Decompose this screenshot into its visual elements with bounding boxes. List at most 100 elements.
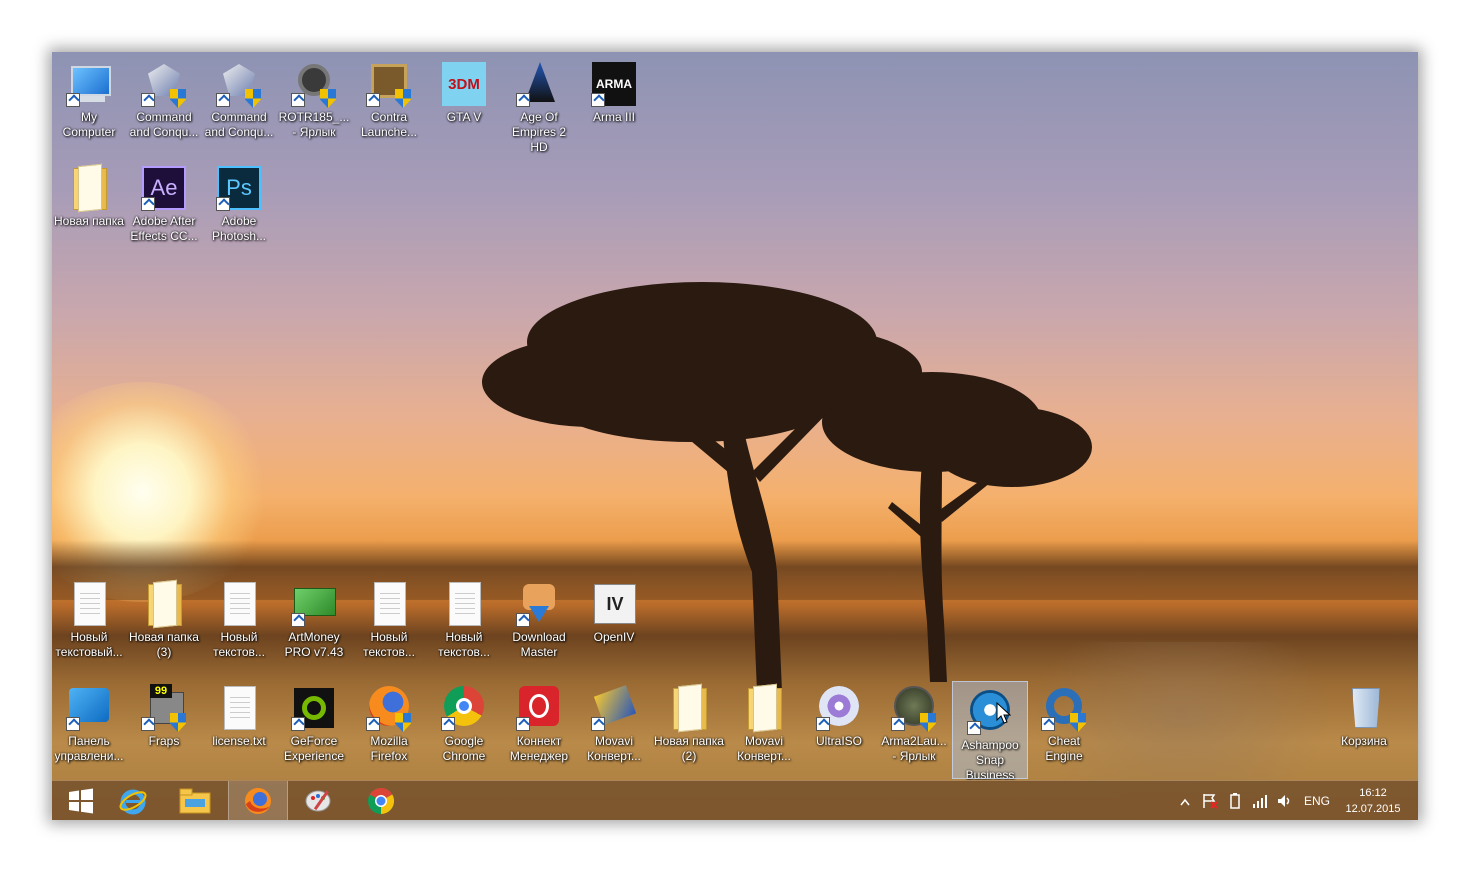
firefox-icon <box>365 684 413 732</box>
desktop-icon-fraps[interactable]: 99 Fraps <box>127 678 201 749</box>
desktop-icon-label: Adobe After Effects CC... <box>130 214 198 243</box>
arma-iii-icon: ARMA <box>590 60 638 108</box>
taskbar-internet-explorer[interactable] <box>104 781 162 820</box>
folder-icon <box>140 580 188 628</box>
desktop-icon-firefox[interactable]: Mozilla Firefox <box>352 678 426 764</box>
desktop-icon-label: Google Chrome <box>442 734 486 763</box>
desktop-icon-label: license.txt <box>212 734 266 748</box>
desktop-icon-label: Корзина <box>1341 734 1387 748</box>
file-explorer-icon <box>179 788 211 814</box>
desktop-icon-label: GeForce Experience <box>283 734 345 763</box>
text-document-icon <box>440 580 488 628</box>
paint-icon <box>305 790 331 812</box>
desktop-icon-license-txt[interactable]: license.txt <box>202 678 276 749</box>
desktop-icon-new-folder-2[interactable]: Новая папка (2) <box>652 678 726 764</box>
desktop-icon-cheat-engine[interactable]: Cheat Engine <box>1027 678 1101 764</box>
desktop-icon-ultraiso[interactable]: UltraISO <box>802 678 876 749</box>
desktop-icon-gta-v[interactable]: 3DM GTA V <box>427 54 501 125</box>
desktop-icon-label: ArtMoney PRO v7.43 <box>284 630 344 659</box>
desktop-icon-label: ROTR185_... - Ярлык <box>278 110 350 139</box>
tray-volume[interactable] <box>1277 793 1293 812</box>
desktop-icon-ashampoo-snap[interactable]: Ashampoo Snap Business <box>952 681 1028 782</box>
taskbar-chrome[interactable] <box>352 781 410 820</box>
firefox-icon <box>245 788 271 814</box>
ultraiso-icon <box>815 684 863 732</box>
desktop-icon-label: Ashampoo Snap Business <box>961 738 1019 782</box>
desktop-icon-label: GTA V <box>446 110 482 124</box>
desktop-icon-label: Adobe Photosh... <box>211 214 267 243</box>
desktop-icon-geforce[interactable]: GeForce Experience <box>277 678 351 764</box>
desktop-icon-openiv[interactable]: IV OpenIV <box>577 574 651 645</box>
desktop-icon-my-computer[interactable]: My Computer <box>52 54 126 140</box>
taskbar: ENG 16:12 12.07.2015 <box>52 780 1418 820</box>
taskbar-firefox[interactable] <box>228 781 288 820</box>
desktop-icon-movavi-folder[interactable]: Movavi Конверт... <box>727 678 801 764</box>
desktop-icon-new-text-1[interactable]: Новый текстовый... <box>52 574 126 660</box>
openiv-icon: IV <box>590 580 638 628</box>
desktop-icon-new-folder[interactable]: Новая папка <box>52 158 126 229</box>
desktop-icon-new-text-4[interactable]: Новый текстов... <box>427 574 501 660</box>
desktop-icon-label: Новая папка (2) <box>654 734 724 763</box>
connect-manager-icon <box>515 684 563 732</box>
desktop-icon-arma2-launcher[interactable]: Arma2Lau... - Ярлык <box>877 678 951 764</box>
tray-language[interactable]: ENG <box>1304 794 1330 808</box>
desktop-icon-connect-manager[interactable]: Коннект Менеджер <box>502 678 576 764</box>
desktop-icon-age-of-empires[interactable]: Age Of Empires 2 HD <box>502 54 576 155</box>
desktop-icon-rotr[interactable]: ROTR185_... - Ярлык <box>277 54 351 140</box>
chrome-icon <box>440 684 488 732</box>
desktop-icon-label: Fraps <box>148 734 180 748</box>
desktop-icon-label: Панель управлени... <box>54 734 124 763</box>
geforce-icon <box>290 684 338 732</box>
command-and-conquer-icon <box>140 60 188 108</box>
desktop-icon-movavi[interactable]: Movavi Конверт... <box>577 678 651 764</box>
taskbar-file-explorer[interactable] <box>166 781 224 820</box>
tray-clock[interactable]: 16:12 12.07.2015 <box>1338 785 1408 817</box>
tray-show-hidden-icon[interactable] <box>1180 795 1190 809</box>
desktop-icon-new-text-2[interactable]: Новый текстов... <box>202 574 276 660</box>
fraps-icon: 99 <box>140 684 188 732</box>
desktop-icon-recycle-bin[interactable]: Корзина <box>1327 678 1401 749</box>
desktop-icon-command-and-conquer[interactable]: Command and Conqu... <box>127 54 201 140</box>
chrome-icon <box>368 787 395 815</box>
text-document-icon <box>215 684 263 732</box>
desktop-icon-label: My Computer <box>62 110 116 139</box>
battery-icon <box>1230 793 1240 809</box>
windows-logo-icon <box>69 788 93 814</box>
desktop-icon-label: Новый текстовый... <box>55 630 123 659</box>
desktop-icon-after-effects[interactable]: Ae Adobe After Effects CC... <box>127 158 201 244</box>
desktop-icon-command-and-conquer-2[interactable]: Command and Conqu... <box>202 54 276 140</box>
arma2-launcher-icon <box>890 684 938 732</box>
chevron-up-icon <box>1180 798 1190 806</box>
start-button[interactable] <box>52 781 110 820</box>
desktop-icon-arma-iii[interactable]: ARMA Arma III <box>577 54 651 125</box>
desktop-icon-label: Новая папка <box>54 214 124 228</box>
desktop-icon-label: Новая папка (3) <box>129 630 199 659</box>
desktop-icon-chrome[interactable]: Google Chrome <box>427 678 501 764</box>
desktop-icon-download-master[interactable]: Download Master <box>502 574 576 660</box>
photoshop-icon: Ps <box>215 164 263 212</box>
desktop-icon-photoshop[interactable]: Ps Adobe Photosh... <box>202 158 276 244</box>
tray-network[interactable] <box>1252 793 1268 812</box>
tray-power[interactable] <box>1227 793 1243 812</box>
taskbar-paint[interactable] <box>290 781 348 820</box>
desktop-icon-label: Cheat Engine <box>1045 734 1083 763</box>
desktop-icon-label: UltraISO <box>815 734 862 748</box>
desktop-icon-label: Contra Launche... <box>360 110 418 139</box>
desktop-icon-new-folder-3[interactable]: Новая папка (3) <box>127 574 201 660</box>
desktop-icon-label: Arma III <box>592 110 635 124</box>
desktop-icon-label: Arma2Lau... - Ярлык <box>881 734 947 763</box>
movavi-icon <box>590 684 638 732</box>
desktop-icon-control-panel[interactable]: Панель управлени... <box>52 678 126 764</box>
desktop-icon-label: Download Master <box>512 630 566 659</box>
folder-icon <box>740 684 788 732</box>
desktop-icon-label: Command and Conqu... <box>204 110 274 139</box>
tray-action-center[interactable] <box>1202 793 1218 812</box>
age-of-empires-icon <box>515 60 563 108</box>
artmoney-icon <box>290 580 338 628</box>
desktop-icon-new-text-3[interactable]: Новый текстов... <box>352 574 426 660</box>
text-document-icon <box>365 580 413 628</box>
recycle-bin-icon <box>1340 684 1388 732</box>
desktop-icon-label: Movavi Конверт... <box>587 734 641 763</box>
desktop-icon-artmoney[interactable]: ArtMoney PRO v7.43 <box>277 574 351 660</box>
desktop-icon-contra-launcher[interactable]: Contra Launche... <box>352 54 426 140</box>
